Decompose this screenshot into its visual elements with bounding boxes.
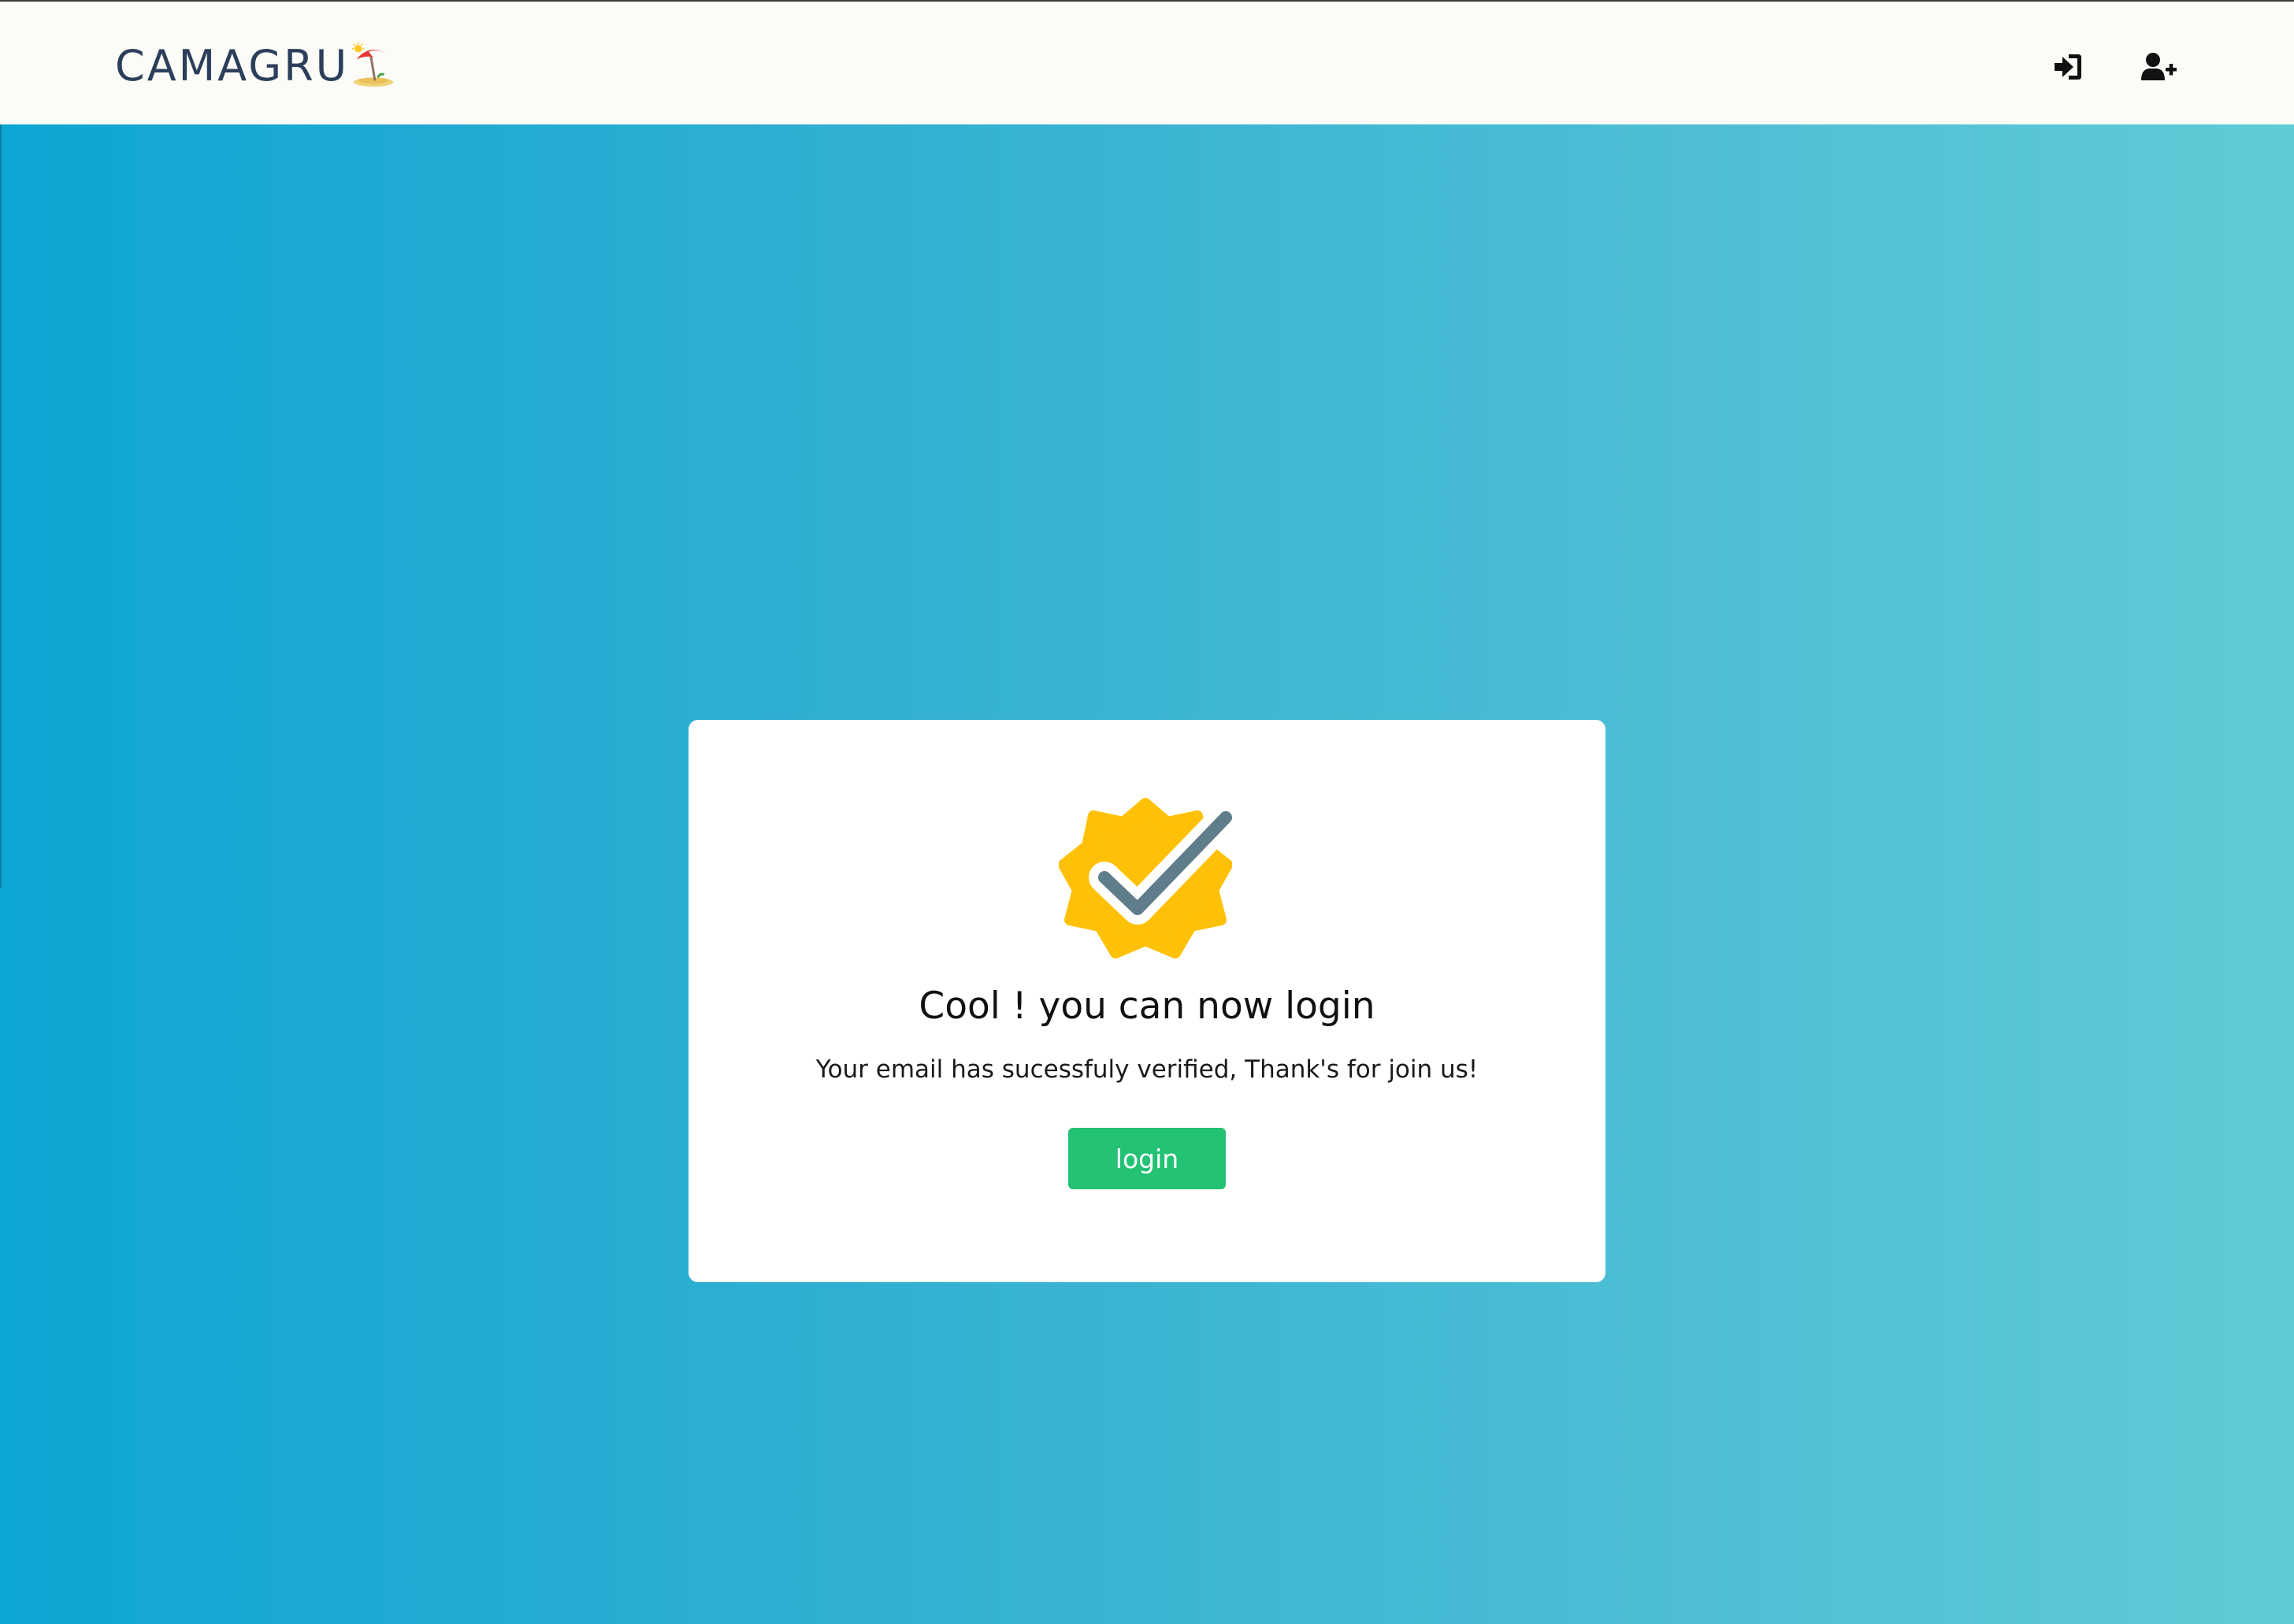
card-title: Cool ! you can now login: [919, 984, 1375, 1028]
verification-message: Your email has sucessfuly verified, Than…: [815, 1055, 1479, 1084]
sign-in-button[interactable]: [2048, 47, 2088, 87]
verification-card: Cool ! you can now login Your email has …: [689, 720, 1605, 1282]
brand-name: CAMAGRU: [115, 40, 350, 91]
login-button[interactable]: login: [1068, 1128, 1226, 1189]
verified-badge-icon: [1059, 798, 1232, 958]
beach-umbrella-icon: [352, 43, 394, 87]
sign-in-icon: [2055, 54, 2081, 80]
brand-logo[interactable]: CAMAGRU: [115, 38, 396, 93]
nav-actions: [2048, 47, 2179, 87]
page: CAMAGRU Cool ! you can now login Your em…: [0, 0, 2294, 1624]
window-left-edge: [0, 124, 2, 888]
user-plus-icon: [2141, 53, 2177, 80]
top-navbar: CAMAGRU: [0, 0, 2294, 124]
sign-up-button[interactable]: [2140, 47, 2179, 87]
